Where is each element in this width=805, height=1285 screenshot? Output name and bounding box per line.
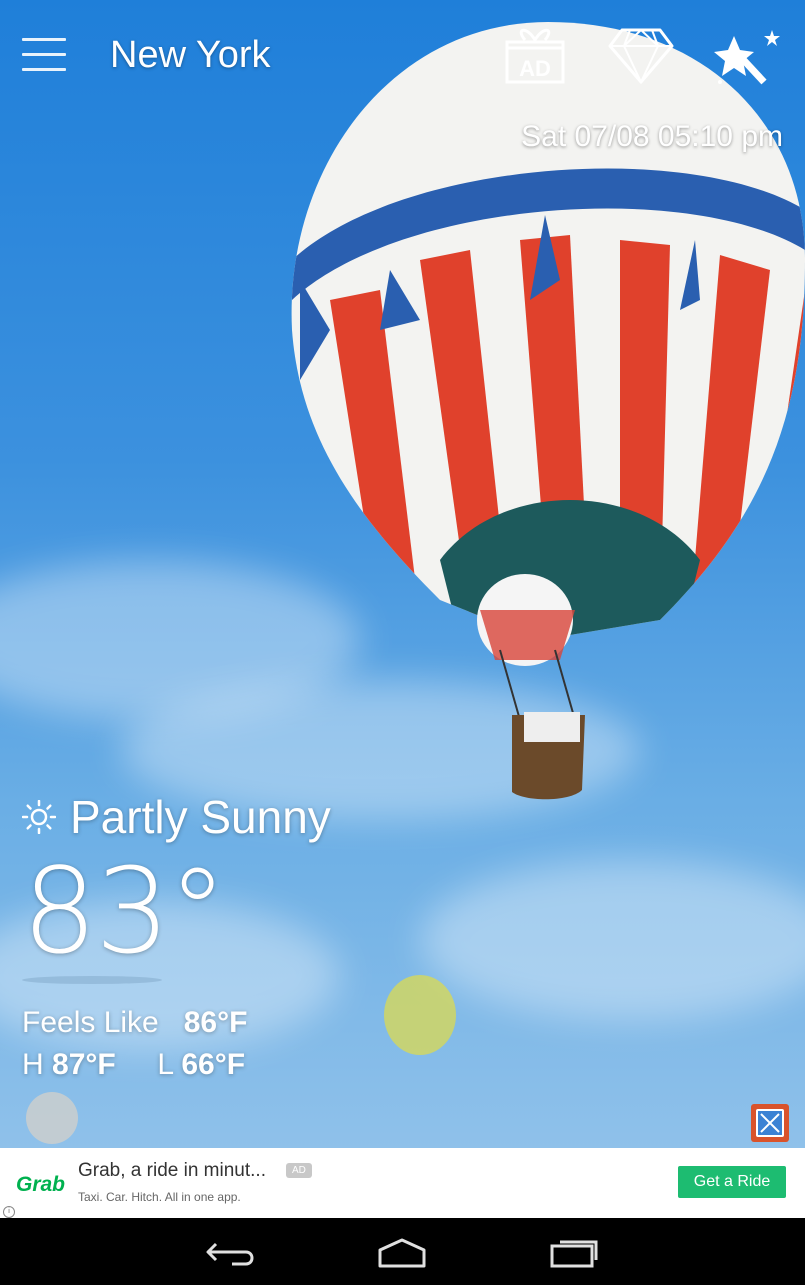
adchoices-icon[interactable]: i — [3, 1206, 15, 1218]
android-nav-bar — [0, 1218, 805, 1285]
magic-wand-icon[interactable] — [714, 26, 784, 86]
ad-title[interactable]: Grab, a ride in minut... — [78, 1160, 266, 1182]
current-temperature[interactable]: 83° — [22, 852, 331, 970]
ad-close-button[interactable] — [751, 1104, 789, 1142]
home-icon[interactable] — [372, 1232, 432, 1272]
ad-icon-text: AD — [519, 56, 551, 81]
recents-icon[interactable] — [544, 1232, 604, 1272]
high-value: 87°F — [52, 1048, 116, 1081]
diamond-icon[interactable] — [608, 26, 674, 85]
high-label: H — [22, 1048, 44, 1081]
weather-app-screen: New York AD Sat 07/08 05:10 pm Partly Su… — [0, 0, 805, 1285]
low-value: 66°F — [181, 1048, 246, 1081]
grab-logo: Grab — [16, 1173, 66, 1196]
condition-row: Partly Sunny — [22, 790, 331, 844]
sun-icon — [22, 800, 56, 834]
current-weather: Partly Sunny 83° Feels Like 86°F H 87°F … — [22, 790, 331, 1086]
date-time: Sat 07/08 05:10 pm — [521, 120, 783, 153]
feels-like-label: Feels Like — [22, 1006, 159, 1039]
get-a-ride-button[interactable]: Get a Ride — [678, 1166, 786, 1198]
ad-subtitle: Taxi. Car. Hitch. All in one app. — [78, 1190, 241, 1204]
city-name[interactable]: New York — [110, 34, 271, 77]
back-icon[interactable] — [202, 1232, 262, 1272]
weather-condition: Partly Sunny — [70, 791, 331, 843]
ad-badge: AD — [286, 1163, 312, 1178]
hamburger-menu-icon[interactable] — [22, 38, 66, 72]
ad-gift-icon[interactable]: AD — [505, 26, 565, 84]
temperature-details: Feels Like 86°F H 87°F L 66°F — [22, 1002, 331, 1086]
feels-like-row: Feels Like 86°F — [22, 1002, 331, 1044]
top-bar: New York AD — [0, 0, 805, 110]
low-label: L — [157, 1048, 173, 1081]
close-icon — [756, 1109, 784, 1137]
high-low-row: H 87°F L 66°F — [22, 1044, 331, 1086]
feels-like-value: 86°F — [183, 1006, 248, 1039]
